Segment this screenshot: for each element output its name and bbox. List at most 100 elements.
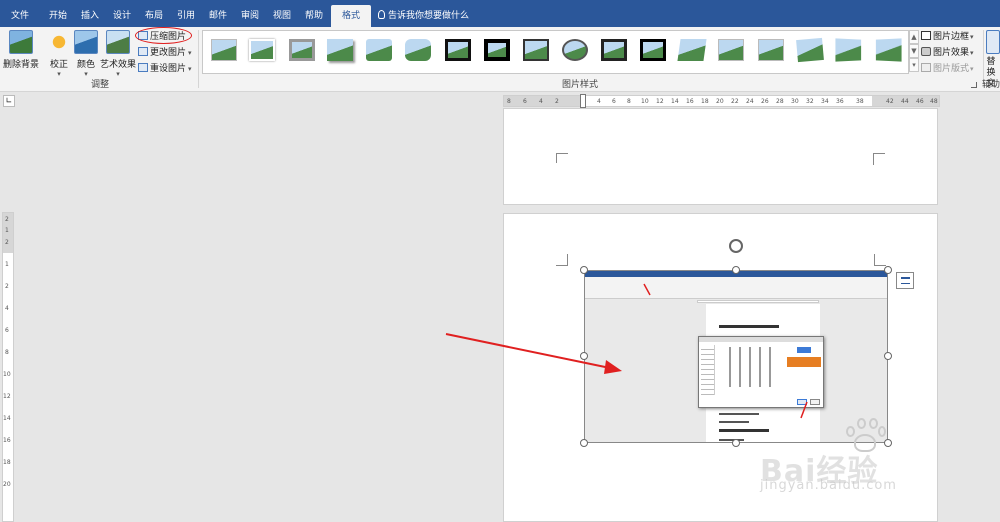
resize-handle-bottom[interactable]: [732, 439, 740, 447]
style-thumb[interactable]: [677, 39, 707, 61]
color-button[interactable]: 颜色 ▾: [73, 30, 99, 78]
alt-text-icon: [986, 30, 1000, 54]
horizontal-ruler[interactable]: 8 6 4 2 2 4 6 8 10 12 14 16 18 20 22 24 …: [503, 94, 940, 108]
chevron-down-icon: ▾: [970, 33, 974, 41]
picture-layout-button[interactable]: 图片版式▾: [921, 62, 974, 76]
ruler-number: 24: [746, 98, 754, 105]
picture-styles-gallery[interactable]: [202, 30, 909, 74]
style-thumb[interactable]: [249, 39, 275, 61]
margin-corner-mark: [873, 153, 885, 165]
tell-me-text: 告诉我你想要做什么: [388, 11, 470, 21]
ruler-number: 12: [656, 98, 664, 105]
ruler-number: 42: [886, 98, 894, 105]
tab-insert[interactable]: 插入: [72, 0, 108, 27]
tab-view[interactable]: 视图: [264, 0, 300, 27]
style-thumb[interactable]: [211, 39, 237, 61]
group-label-picture-styles: 图片样式: [561, 80, 598, 90]
tab-format[interactable]: 格式: [331, 5, 371, 27]
indent-marker[interactable]: [580, 94, 586, 108]
chevron-down-icon: ▾: [188, 49, 192, 57]
ruler-toggle-button[interactable]: ∟: [3, 95, 15, 107]
picture-effects-button[interactable]: 图片效果▾: [921, 46, 974, 60]
vertical-ruler[interactable]: 2 1 2 1 2 4 6 8 10 12 14 16 18 20: [2, 212, 14, 522]
chevron-down-icon: ▾: [970, 49, 974, 57]
picture-border-button[interactable]: 图片边框▾: [921, 30, 974, 44]
resize-handle-bottom-left[interactable]: [580, 439, 588, 447]
style-thumb[interactable]: [327, 39, 353, 61]
ruler-number: 34: [821, 98, 829, 105]
style-thumb[interactable]: [758, 39, 784, 61]
reset-picture-button[interactable]: 重设图片 ▾: [138, 62, 192, 76]
gallery-down-button[interactable]: ▼: [909, 44, 919, 58]
tab-review[interactable]: 审阅: [232, 0, 268, 27]
picture-heading-line: [719, 325, 779, 328]
picture-ruler: [697, 300, 819, 303]
ruler-number: 18: [701, 98, 709, 105]
picture-ribbon-body: [585, 277, 887, 299]
ruler-number: 12: [3, 393, 11, 400]
tab-mailings[interactable]: 邮件: [200, 0, 236, 27]
resize-handle-top[interactable]: [732, 266, 740, 274]
style-thumb[interactable]: [796, 37, 824, 63]
reset-picture-label: 重设图片: [150, 64, 187, 74]
resize-handle-right[interactable]: [884, 352, 892, 360]
color-icon: [74, 30, 98, 54]
ruler-number: 8: [5, 349, 9, 356]
ruler-number: 1: [5, 261, 9, 268]
ruler-number: 14: [3, 415, 11, 422]
corrections-label: 校正: [49, 60, 68, 70]
ruler-number: 4: [597, 98, 601, 105]
style-thumb[interactable]: [405, 39, 431, 61]
ruler-number: 26: [761, 98, 769, 105]
remove-background-button[interactable]: 删除背景: [2, 30, 40, 70]
style-thumb[interactable]: [718, 39, 744, 61]
dialog-list: [701, 345, 715, 395]
style-thumb[interactable]: [289, 39, 315, 61]
style-thumb[interactable]: [562, 39, 588, 61]
tab-references[interactable]: 引用: [168, 0, 204, 27]
change-picture-button[interactable]: 更改图片 ▾: [138, 46, 192, 60]
margin-corner-mark: [556, 254, 568, 266]
color-label: 颜色: [76, 60, 95, 70]
picture-border-label: 图片边框: [933, 32, 970, 42]
tab-layout[interactable]: 布局: [136, 0, 172, 27]
chevron-down-icon: ▾: [970, 65, 974, 73]
document-page[interactable]: [503, 108, 938, 205]
ruler-number: 20: [3, 481, 11, 488]
style-thumb[interactable]: [523, 39, 549, 61]
artistic-effects-button[interactable]: 艺术效果 ▾: [99, 30, 137, 78]
ruler-left-margin: [504, 96, 582, 106]
ruler-number: 4: [5, 305, 9, 312]
chevron-down-icon: ▾: [188, 65, 192, 73]
tab-file[interactable]: 文件: [2, 0, 38, 27]
ruler-number: 2: [5, 283, 9, 290]
tab-help[interactable]: 帮助: [296, 0, 332, 27]
dialog-preview-orange: [787, 357, 821, 367]
style-thumb[interactable]: [445, 39, 471, 61]
group-label-accessibility: 辅助: [982, 80, 1000, 90]
resize-handle-top-left[interactable]: [580, 266, 588, 274]
corrections-button[interactable]: 校正 ▾: [44, 30, 74, 78]
dialog-launcher-icon[interactable]: [971, 82, 977, 88]
dialog-titlebar: [699, 337, 823, 342]
ruler-number: 30: [791, 98, 799, 105]
tell-me-search[interactable]: 告诉我你想要做什么: [378, 0, 498, 27]
remove-background-icon: [9, 30, 33, 54]
style-thumb[interactable]: [484, 39, 510, 61]
gallery-more-button[interactable]: ▾: [909, 58, 919, 72]
style-thumb[interactable]: [835, 38, 862, 62]
tab-design[interactable]: 设计: [104, 0, 140, 27]
layout-options-button[interactable]: [896, 272, 914, 289]
gallery-up-button[interactable]: ▲: [909, 30, 919, 44]
ruler-number: 36: [836, 98, 844, 105]
tab-home[interactable]: 开始: [40, 0, 76, 27]
resize-handle-top-right[interactable]: [884, 266, 892, 274]
picture-dialog: [698, 336, 824, 408]
ruler-number: 14: [671, 98, 679, 105]
style-thumb[interactable]: [366, 39, 392, 61]
style-thumb[interactable]: [601, 39, 627, 61]
rotate-handle[interactable]: [729, 239, 743, 253]
ruler-number: 4: [539, 98, 543, 105]
style-thumb[interactable]: [640, 39, 666, 61]
style-thumb[interactable]: [875, 38, 902, 62]
